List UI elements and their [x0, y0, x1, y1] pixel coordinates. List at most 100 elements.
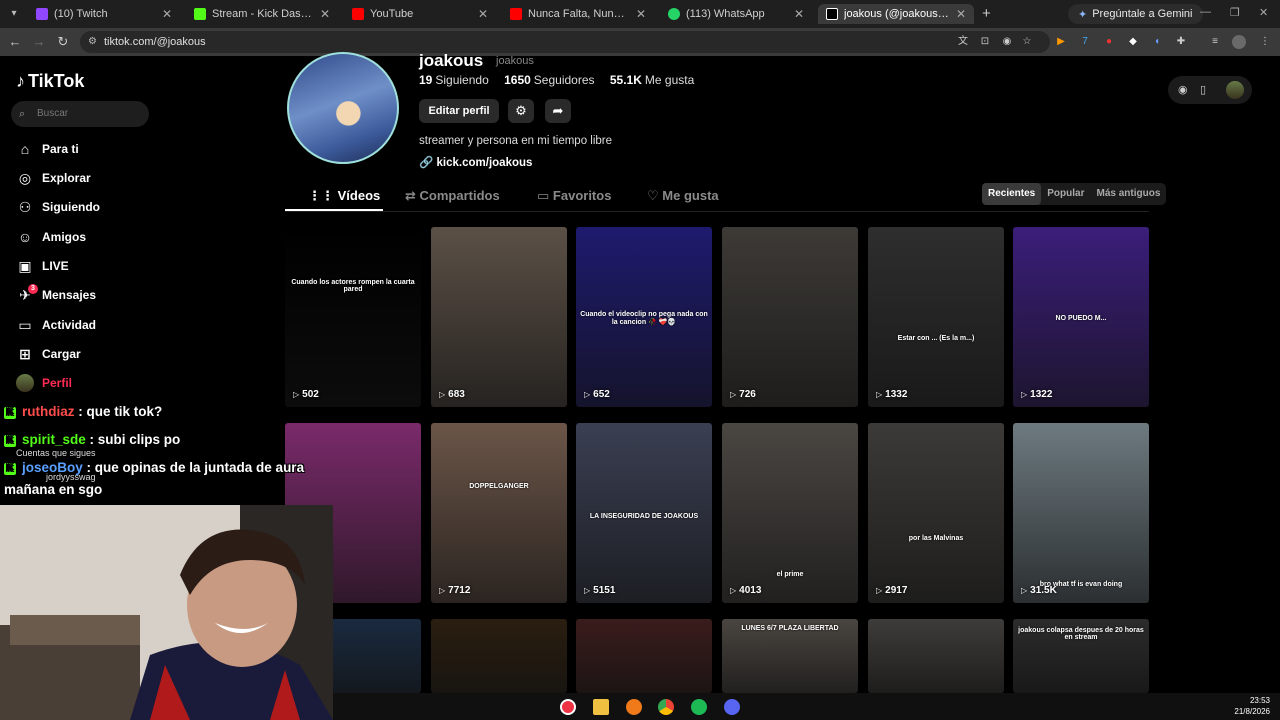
- extension-icon[interactable]: ◆: [1126, 35, 1140, 49]
- sidebar-item-amigos[interactable]: ☺ Amigos: [16, 226, 86, 248]
- video-card[interactable]: LUNES 6/7 PLAZA LIBERTAD: [722, 619, 858, 693]
- settings-gear-icon[interactable]: ⚙: [508, 99, 534, 123]
- back-icon[interactable]: ←: [7, 34, 23, 50]
- play-extension-icon[interactable]: ▶: [1054, 35, 1068, 49]
- video-card[interactable]: ▷ 726: [722, 227, 858, 407]
- sidebar-item-explorar[interactable]: ◎ Explorar: [16, 167, 91, 189]
- menu-icon[interactable]: ⋮: [1258, 35, 1272, 49]
- video-view-count: ▷ 1332: [876, 389, 908, 400]
- video-view-count: ▷ 4013: [730, 585, 762, 596]
- install-icon[interactable]: ⊡: [978, 35, 992, 49]
- tab-youtube[interactable]: YouTube ✕: [344, 4, 496, 24]
- profile-avatar[interactable]: [287, 52, 399, 164]
- tab-compartidos[interactable]: ⇄ Compartidos: [405, 188, 500, 204]
- tab-youtube-music[interactable]: Nunca Falta, Nunca Sobra - You ✕: [502, 4, 654, 24]
- tab-tiktok[interactable]: joakous (@joakous) | TikTok ✕: [818, 4, 974, 24]
- twitch-icon: [36, 8, 48, 20]
- bookmark-star-icon[interactable]: ☆: [1020, 35, 1034, 49]
- discord-icon[interactable]: [724, 699, 740, 715]
- reading-list-icon[interactable]: ≡: [1208, 35, 1222, 49]
- new-tab-button[interactable]: +: [982, 5, 991, 22]
- spotify-icon[interactable]: [691, 699, 707, 715]
- puzzle-icon[interactable]: ✚: [1174, 35, 1188, 49]
- tab-search-icon[interactable]: ▾: [6, 6, 22, 22]
- video-card[interactable]: [868, 619, 1004, 693]
- video-card[interactable]: NO PUEDO M... ▷ 1322: [1013, 227, 1149, 407]
- following-stat[interactable]: 19 Siguiendo: [419, 73, 489, 87]
- sidebar-item-live[interactable]: ▣ LIVE: [16, 255, 68, 277]
- tab-whatsapp[interactable]: (113) WhatsApp ✕: [660, 4, 812, 24]
- video-card[interactable]: ▷ 683: [431, 227, 567, 407]
- video-view-count: ▷ 502: [293, 389, 319, 400]
- close-icon[interactable]: ✕: [794, 7, 804, 21]
- upload-icon: ⊞: [19, 345, 31, 362]
- followed-account[interactable]: jordyysswag: [46, 472, 96, 482]
- folder-icon[interactable]: [593, 699, 609, 715]
- video-card[interactable]: DOPPELGANGER ▷ 7712: [431, 423, 567, 603]
- followers-stat[interactable]: 1650 Seguidores: [504, 73, 594, 87]
- tab-twitch[interactable]: (10) Twitch ✕: [28, 4, 180, 24]
- avatar: [16, 374, 34, 392]
- sidebar-item-actividad[interactable]: ▭ Actividad: [16, 314, 96, 336]
- sidebar-item-cargar[interactable]: ⊞ Cargar: [16, 343, 81, 365]
- obs-icon[interactable]: [560, 699, 576, 715]
- close-icon[interactable]: ✕: [320, 7, 330, 21]
- play-icon: ▷: [730, 586, 737, 595]
- close-icon[interactable]: ✕: [162, 7, 172, 21]
- tab-kick[interactable]: Stream - Kick Dashboard ✕: [186, 4, 338, 24]
- video-caption: Cuando los actores rompen la cuarta pare…: [291, 279, 415, 293]
- video-card[interactable]: [431, 619, 567, 693]
- following-accounts-heading: Cuentas que sigues: [16, 448, 96, 458]
- chrome-icon[interactable]: [658, 699, 674, 715]
- tab-videos[interactable]: ⋮⋮ Vídeos: [308, 188, 380, 204]
- record-extension-icon[interactable]: ●: [1102, 35, 1116, 49]
- eye-icon[interactable]: ◉: [1000, 35, 1014, 49]
- video-card[interactable]: Cuando los actores rompen la cuarta pare…: [285, 227, 421, 407]
- video-card[interactable]: bro what tf is evan doing ▷ 31.5K: [1013, 423, 1149, 603]
- maximize-icon[interactable]: ❐: [1230, 6, 1240, 19]
- profile-stats: 19 Siguiendo 1650 Seguidores 55.1K Me gusta: [419, 73, 706, 87]
- sidebar-item-mensajes[interactable]: ✈ 3 Mensajes: [16, 284, 96, 306]
- close-icon[interactable]: ✕: [956, 7, 966, 21]
- translate-icon[interactable]: 文: [956, 35, 970, 49]
- extension-icon[interactable]: ◖: [1150, 35, 1164, 49]
- video-card[interactable]: por las Malvinas ▷ 2917: [868, 423, 1004, 603]
- reload-icon[interactable]: ↻: [55, 34, 71, 50]
- sort-popular[interactable]: Popular: [1041, 183, 1090, 205]
- device-icon[interactable]: ▯: [1200, 83, 1206, 96]
- extension-icon[interactable]: 7: [1078, 35, 1092, 49]
- site-info-icon[interactable]: ⚙: [88, 31, 97, 53]
- url-bar[interactable]: ⚙ tiktok.com/@joakous: [80, 31, 1050, 53]
- avatar[interactable]: [1226, 81, 1244, 99]
- video-card[interactable]: Cuando el videoclip no pega nada con la …: [576, 227, 712, 407]
- profile-link[interactable]: 🔗 kick.com/joakous: [419, 155, 532, 169]
- edit-profile-button[interactable]: Editar perfil: [419, 99, 499, 123]
- minimize-icon[interactable]: —: [1200, 6, 1211, 18]
- sidebar-item-para-ti[interactable]: ⌂ Para ti: [16, 138, 79, 160]
- sort-mas-antiguos[interactable]: Más antiguos: [1090, 183, 1166, 205]
- sidebar-item-siguiendo[interactable]: ⚇ Siguiendo: [16, 196, 100, 218]
- window-close-icon[interactable]: ✕: [1259, 6, 1268, 19]
- avatar[interactable]: [1232, 35, 1246, 49]
- close-icon[interactable]: ✕: [636, 7, 646, 21]
- video-card[interactable]: el prime ▷ 4013: [722, 423, 858, 603]
- forward-icon[interactable]: →: [31, 34, 47, 50]
- brave-icon[interactable]: [626, 699, 642, 715]
- whatsapp-icon: [668, 8, 680, 20]
- sidebar-item-perfil[interactable]: Perfil: [16, 372, 72, 394]
- video-card[interactable]: [576, 619, 712, 693]
- coins-icon[interactable]: ◉: [1178, 83, 1188, 96]
- tiktok-logo[interactable]: ♪ TikTok: [16, 71, 84, 92]
- repost-icon: ⇄: [405, 188, 416, 203]
- video-card[interactable]: joakous colapsa despues de 20 horas en s…: [1013, 619, 1149, 693]
- sort-recientes[interactable]: Recientes: [982, 183, 1042, 205]
- video-caption: Estar con ... (Es la m...): [897, 335, 975, 342]
- video-card[interactable]: Estar con ... (Es la m...) ▷ 1332: [868, 227, 1004, 407]
- close-icon[interactable]: ✕: [478, 7, 488, 21]
- gemini-button[interactable]: ✦ Pregúntale a Gemini: [1068, 4, 1203, 24]
- video-card[interactable]: LA INSEGURIDAD DE JOAKOUS ▷ 5151: [576, 423, 712, 603]
- share-icon[interactable]: ➦: [545, 99, 571, 123]
- search-input[interactable]: ⌕ Buscar: [11, 101, 149, 127]
- tab-favoritos[interactable]: ▭ Favoritos: [537, 188, 611, 204]
- tab-me-gusta[interactable]: ♡ Me gusta: [647, 188, 719, 204]
